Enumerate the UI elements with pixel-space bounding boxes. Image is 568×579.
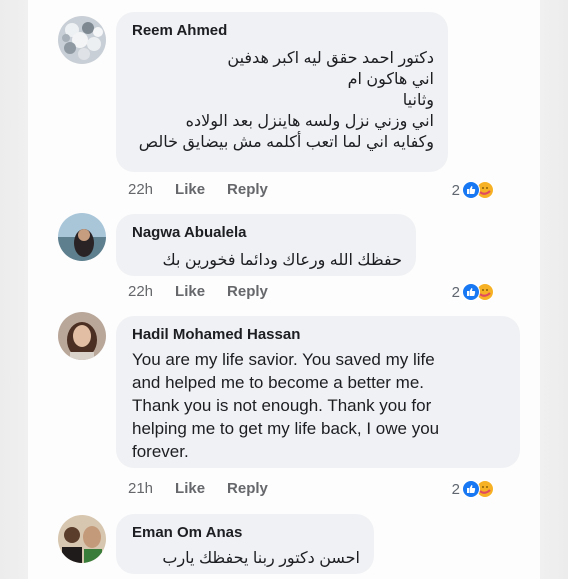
comment-bubble: Reem Ahmed دكتور احمد حقق ليه اكبر هدفين… bbox=[116, 12, 448, 172]
reaction-count: 2 bbox=[451, 181, 460, 199]
avatar[interactable] bbox=[58, 515, 106, 563]
like-reaction-icon bbox=[462, 283, 480, 301]
reply-button[interactable]: Reply bbox=[227, 181, 268, 198]
reaction-summary[interactable]: 2 bbox=[452, 480, 494, 498]
comment-text: You are my life savior. You saved my lif… bbox=[132, 350, 440, 461]
avatar[interactable] bbox=[58, 213, 106, 261]
comment-author[interactable]: Reem Ahmed bbox=[132, 22, 434, 40]
avatar-image-icon bbox=[58, 213, 106, 261]
comment-timestamp[interactable]: 22h bbox=[128, 181, 153, 198]
like-button[interactable]: Like bbox=[175, 480, 205, 497]
avatar-image-icon bbox=[58, 16, 106, 64]
comment-author[interactable]: Hadil Mohamed Hassan bbox=[132, 326, 506, 344]
comment-text: حفظك الله ورعاك ودائما فخورين بك bbox=[162, 252, 403, 269]
reaction-count: 2 bbox=[451, 480, 460, 498]
avatar[interactable] bbox=[58, 312, 106, 360]
like-button[interactable]: Like bbox=[175, 181, 205, 198]
comment-actions: 22h Like Reply bbox=[128, 181, 290, 198]
comment-bubble: Nagwa Abualela حفظك الله ورعاك ودائما فخ… bbox=[116, 214, 416, 276]
comment-actions: 22h Like Reply bbox=[128, 283, 290, 300]
like-reaction-icon bbox=[462, 480, 480, 498]
like-reaction-icon bbox=[462, 181, 480, 199]
avatar-image-icon bbox=[58, 312, 106, 360]
avatar-image-icon bbox=[58, 515, 106, 563]
comments-panel: Reem Ahmed دكتور احمد حقق ليه اكبر هدفين… bbox=[28, 0, 540, 579]
comment-author[interactable]: Eman Om Anas bbox=[132, 524, 360, 542]
reaction-summary[interactable]: 2 bbox=[452, 181, 494, 199]
reply-button[interactable]: Reply bbox=[227, 283, 268, 300]
comment-bubble: Hadil Mohamed Hassan You are my life sav… bbox=[116, 316, 520, 468]
comment-author[interactable]: Nagwa Abualela bbox=[132, 224, 402, 242]
screenshot-frame: Reem Ahmed دكتور احمد حقق ليه اكبر هدفين… bbox=[0, 0, 568, 579]
reaction-summary[interactable]: 2 bbox=[452, 283, 494, 301]
comment-text: دكتور احمد حقق ليه اكبر هدفين اني هاكون … bbox=[138, 50, 434, 151]
like-button[interactable]: Like bbox=[175, 283, 205, 300]
reply-button[interactable]: Reply bbox=[227, 480, 268, 497]
avatar[interactable] bbox=[58, 16, 106, 64]
comment-text: احسن دكتور ربنا يحفظك يارب bbox=[162, 550, 360, 567]
comment-bubble: Eman Om Anas احسن دكتور ربنا يحفظك يارب bbox=[116, 514, 374, 574]
comment-timestamp[interactable]: 21h bbox=[128, 480, 153, 497]
comment-actions: 21h Like Reply bbox=[128, 480, 290, 497]
reaction-count: 2 bbox=[451, 283, 460, 301]
comment-timestamp[interactable]: 22h bbox=[128, 283, 153, 300]
